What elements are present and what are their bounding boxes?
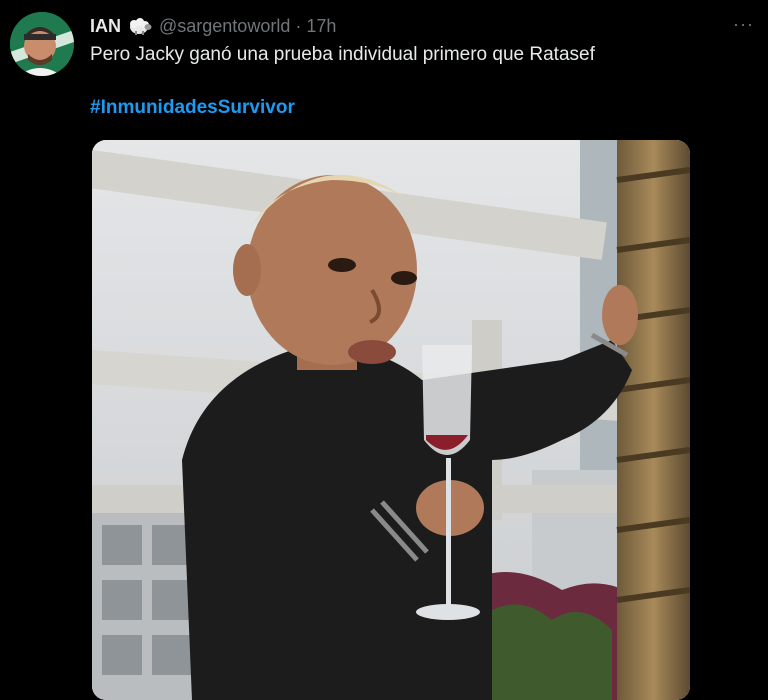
hashtag-link[interactable]: #InmunidadesSurvivor bbox=[90, 97, 295, 119]
tweet: IAN @sargentoworld · 17h ··· Pero Jacky … bbox=[0, 0, 768, 700]
tweet-text: Pero Jacky ganó una prueba individual pr… bbox=[90, 44, 595, 65]
more-options-icon[interactable]: ··· bbox=[733, 14, 754, 35]
timestamp[interactable]: 17h bbox=[306, 16, 336, 37]
tweet-header: IAN @sargentoworld · 17h bbox=[90, 14, 336, 38]
avatar[interactable] bbox=[10, 12, 74, 76]
display-name[interactable]: IAN bbox=[90, 16, 121, 37]
separator-dot: · bbox=[295, 15, 302, 36]
user-handle[interactable]: @sargentoworld bbox=[159, 16, 290, 37]
tweet-media-photo[interactable] bbox=[92, 140, 690, 700]
sheep-icon bbox=[127, 16, 153, 36]
